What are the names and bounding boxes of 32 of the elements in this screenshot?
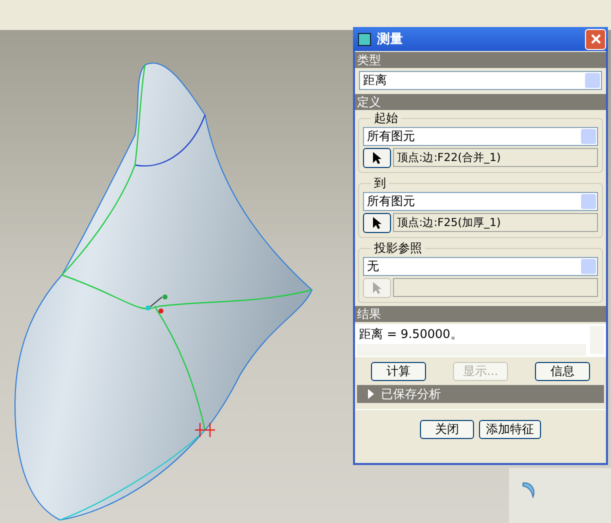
- group-label: 投影参照: [373, 240, 423, 257]
- cube-icon: [358, 32, 371, 46]
- saved-analysis-bar[interactable]: 已保存分析: [357, 385, 604, 403]
- cursor-arrow-icon: [372, 281, 382, 295]
- close-button[interactable]: [585, 28, 606, 50]
- expand-icon: [367, 389, 375, 399]
- action-button[interactable]: 计算: [371, 362, 426, 381]
- filter-dropdown[interactable]: 所有图元: [363, 192, 598, 211]
- cursor-arrow-icon: [372, 151, 382, 165]
- result-text: 距离 = 9.50000。: [358, 326, 464, 343]
- select-button[interactable]: [363, 148, 391, 168]
- type-dropdown[interactable]: 距离: [359, 71, 602, 90]
- cursor-arrow-icon: [372, 216, 382, 230]
- selection-field[interactable]: 顶点:边:F22(合并_1): [393, 148, 598, 167]
- group-label: 起始: [373, 110, 399, 127]
- window-title: 测量: [377, 31, 404, 48]
- group-label: 到: [373, 175, 387, 192]
- section-header: 定义: [355, 94, 606, 110]
- dialog-button[interactable]: 关闭: [420, 420, 474, 439]
- close-icon: [590, 33, 602, 45]
- curve-icon[interactable]: [521, 480, 537, 498]
- selection-field[interactable]: [393, 278, 598, 297]
- filter-dropdown[interactable]: 所有图元: [363, 127, 598, 146]
- dialog-button[interactable]: 添加特征: [479, 420, 541, 439]
- select-button[interactable]: [363, 213, 391, 233]
- saved-analysis-label: 已保存分析: [381, 386, 441, 402]
- section-header: 类型: [355, 52, 606, 68]
- action-button[interactable]: 信息: [535, 362, 590, 381]
- section-header: 结果: [355, 306, 606, 322]
- selection-field[interactable]: 顶点:边:F25(加厚_1): [393, 213, 598, 232]
- horizontal-scrollbar[interactable]: [357, 344, 586, 356]
- filter-dropdown[interactable]: 无: [363, 257, 598, 276]
